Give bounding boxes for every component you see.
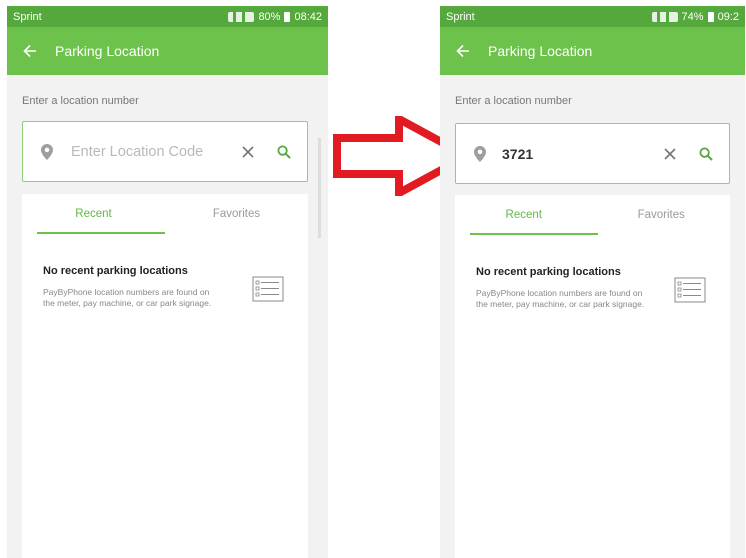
location-code-input[interactable] bbox=[71, 143, 241, 160]
map-pin-icon bbox=[41, 143, 53, 160]
location-search-box bbox=[22, 121, 308, 182]
back-arrow-icon[interactable] bbox=[456, 44, 470, 58]
carrier-label: Sprint bbox=[446, 10, 475, 23]
tab-indicator bbox=[37, 232, 165, 234]
location-search-box bbox=[455, 123, 730, 184]
list-document-icon bbox=[674, 277, 706, 303]
tab-bar: Recent Favorites bbox=[22, 194, 308, 234]
tab-recent[interactable]: Recent bbox=[455, 195, 593, 235]
locations-card: Recent Favorites No recent parking locat… bbox=[455, 195, 730, 558]
status-bar: Sprint 74% 09:2 bbox=[440, 6, 745, 27]
section-label: Enter a location number bbox=[455, 95, 572, 107]
back-arrow-icon[interactable] bbox=[23, 44, 37, 58]
status-bar: Sprint 80% 08:42 bbox=[7, 6, 328, 27]
tab-indicator bbox=[470, 233, 598, 235]
app-bar: Parking Location bbox=[440, 27, 745, 75]
phone-screen-left: Sprint 80% 08:42 Parking Location Enter … bbox=[7, 6, 328, 558]
search-icon[interactable] bbox=[699, 147, 713, 161]
signal-icons bbox=[651, 11, 678, 22]
battery-level: 74% bbox=[681, 10, 704, 23]
app-bar: Parking Location bbox=[7, 27, 328, 75]
tab-favorites[interactable]: Favorites bbox=[165, 194, 308, 234]
tab-recent[interactable]: Recent bbox=[22, 194, 165, 234]
empty-state: No recent parking locations PayByPhone l… bbox=[455, 266, 730, 310]
carrier-label: Sprint bbox=[13, 10, 42, 23]
status-indicators: 80% 08:42 bbox=[228, 11, 322, 23]
empty-state: No recent parking locations PayByPhone l… bbox=[22, 265, 308, 309]
scroll-edge bbox=[318, 138, 321, 238]
status-indicators: 74% 09:2 bbox=[651, 10, 739, 23]
battery-icon bbox=[284, 11, 291, 22]
clear-icon[interactable] bbox=[663, 147, 677, 161]
clear-icon[interactable] bbox=[241, 145, 255, 159]
locations-card: Recent Favorites No recent parking locat… bbox=[22, 194, 308, 558]
page-title: Parking Location bbox=[55, 43, 160, 59]
empty-state-description: PayByPhone location numbers are found on… bbox=[43, 287, 212, 308]
page-title: Parking Location bbox=[488, 43, 593, 59]
tab-favorites[interactable]: Favorites bbox=[593, 195, 731, 235]
phone-screen-right: Sprint 74% 09:2 Parking Location Enter a… bbox=[440, 6, 745, 558]
list-document-icon bbox=[252, 276, 284, 302]
clock: 08:42 bbox=[294, 10, 322, 23]
location-code-input[interactable] bbox=[502, 145, 663, 162]
tab-bar: Recent Favorites bbox=[455, 195, 730, 235]
map-pin-icon bbox=[474, 145, 486, 162]
battery-level: 80% bbox=[258, 10, 281, 23]
battery-icon bbox=[707, 11, 714, 22]
clock: 09:2 bbox=[717, 10, 739, 23]
signal-icons bbox=[228, 11, 255, 22]
empty-state-description: PayByPhone location numbers are found on… bbox=[476, 288, 645, 309]
section-label: Enter a location number bbox=[22, 95, 139, 107]
search-icon[interactable] bbox=[277, 145, 291, 159]
